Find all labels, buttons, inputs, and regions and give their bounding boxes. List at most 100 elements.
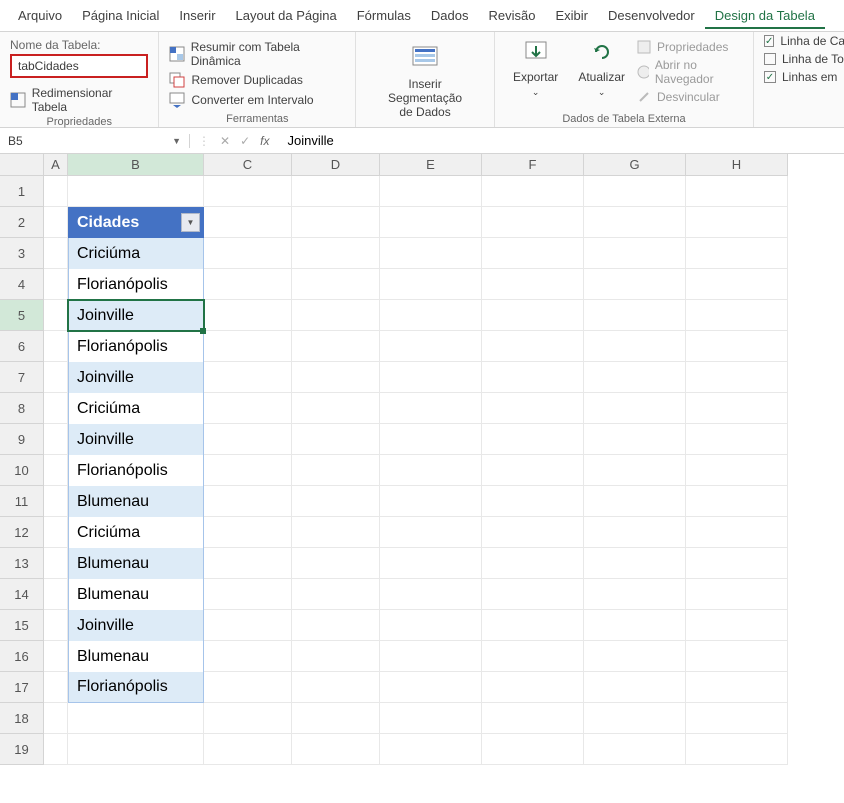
cells-area[interactable]: Cidades▼CriciúmaFlorianópolisJoinvilleFl… xyxy=(44,176,788,765)
refresh-label: Atualizar xyxy=(578,70,625,84)
row-header[interactable]: 6 xyxy=(0,331,44,362)
row-header[interactable]: 19 xyxy=(0,734,44,765)
row-header[interactable]: 4 xyxy=(0,269,44,300)
ext-browser-label: Abrir no Navegador xyxy=(655,58,743,86)
menu-bar: ArquivoPágina InicialInserirLayout da Pá… xyxy=(0,0,844,32)
table-data-cell[interactable]: Florianópolis xyxy=(68,331,204,362)
table-data-cell[interactable]: Criciúma xyxy=(68,393,204,424)
convert-label: Converter em Intervalo xyxy=(191,93,313,107)
table-data-cell[interactable]: Joinville xyxy=(68,424,204,455)
table-name-input[interactable]: tabCidades xyxy=(10,54,148,78)
menu-item[interactable]: Dados xyxy=(421,4,479,29)
spreadsheet-grid: ABCDEFGH 12345678910111213141516171819 C… xyxy=(0,154,844,765)
pivot-table-button[interactable]: Resumir com Tabela Dinâmica xyxy=(169,38,345,70)
menu-item[interactable]: Inserir xyxy=(169,4,225,29)
properties-icon xyxy=(637,40,651,54)
table-data-cell[interactable]: Florianópolis xyxy=(68,269,204,300)
table-data-cell[interactable]: Joinville xyxy=(68,362,204,393)
menu-item[interactable]: Fórmulas xyxy=(347,4,421,29)
formula-input[interactable] xyxy=(277,133,844,148)
dedupe-icon xyxy=(169,72,185,88)
table-data-cell[interactable]: Florianópolis xyxy=(68,672,204,703)
select-all-corner[interactable] xyxy=(0,154,44,176)
option-banded-label: Linhas em xyxy=(782,70,837,84)
chevron-down-icon[interactable]: ▼ xyxy=(172,136,181,146)
table-header-label: Cidades xyxy=(77,214,139,232)
slicer-label-1: Inserir Segmentação xyxy=(388,77,462,105)
ext-properties-button: Propriedades xyxy=(637,38,743,56)
column-header[interactable]: E xyxy=(380,154,482,176)
unlink-icon xyxy=(637,90,651,104)
pivot-icon xyxy=(169,46,184,62)
row-header[interactable]: 9 xyxy=(0,424,44,455)
resize-icon xyxy=(10,92,26,108)
fx-icon[interactable]: fx xyxy=(260,134,269,148)
remove-duplicates-button[interactable]: Remover Duplicadas xyxy=(169,70,345,90)
table-data-cell[interactable]: Blumenau xyxy=(68,579,204,610)
export-icon xyxy=(522,38,550,66)
row-header[interactable]: 10 xyxy=(0,455,44,486)
row-header[interactable]: 18 xyxy=(0,703,44,734)
option-banded-rows[interactable]: ✓ Linhas em xyxy=(764,68,844,86)
cancel-icon[interactable]: ✕ xyxy=(220,134,230,148)
column-header[interactable]: A xyxy=(44,154,68,176)
insert-slicer-button[interactable]: Inserir Segmentaçãode Dados xyxy=(366,45,484,119)
table-data-cell[interactable]: Criciúma xyxy=(68,238,204,269)
menu-item[interactable]: Página Inicial xyxy=(72,4,169,29)
menu-item[interactable]: Revisão xyxy=(479,4,546,29)
table-header-cell[interactable]: Cidades ▼ xyxy=(68,207,204,238)
table-data-cell[interactable]: Florianópolis xyxy=(68,455,204,486)
table-data-cell[interactable]: Blumenau xyxy=(68,641,204,672)
row-header[interactable]: 7 xyxy=(0,362,44,393)
row-header[interactable]: 14 xyxy=(0,579,44,610)
ext-browser-button: Abrir no Navegador xyxy=(637,56,743,88)
column-headers: ABCDEFGH xyxy=(44,154,788,176)
column-header[interactable]: D xyxy=(292,154,380,176)
row-header[interactable]: 8 xyxy=(0,393,44,424)
checkbox-checked-icon: ✓ xyxy=(764,71,776,83)
refresh-button[interactable]: Atualizar⌄ xyxy=(570,38,633,106)
table-data-cell[interactable]: Joinville xyxy=(68,300,204,331)
row-header[interactable]: 16 xyxy=(0,641,44,672)
column-header[interactable]: H xyxy=(686,154,788,176)
formula-bar: B5 ▼ ⋮ ✕ ✓ fx xyxy=(0,128,844,154)
table-data-cell[interactable]: Blumenau xyxy=(68,548,204,579)
row-header[interactable]: 12 xyxy=(0,517,44,548)
data-table: Cidades▼CriciúmaFlorianópolisJoinvilleFl… xyxy=(68,207,204,703)
dedupe-label: Remover Duplicadas xyxy=(191,73,302,87)
row-header[interactable]: 15 xyxy=(0,610,44,641)
menu-item[interactable]: Layout da Página xyxy=(226,4,347,29)
menu-item[interactable]: Desenvolvedor xyxy=(598,4,705,29)
menu-item[interactable]: Design da Tabela xyxy=(705,4,825,29)
row-header[interactable]: 5 xyxy=(0,300,44,331)
ext-unlink-button: Desvincular xyxy=(637,88,743,106)
convert-range-button[interactable]: Converter em Intervalo xyxy=(169,90,345,110)
row-header[interactable]: 11 xyxy=(0,486,44,517)
filter-dropdown-button[interactable]: ▼ xyxy=(181,213,200,232)
option-total-row[interactable]: Linha de To xyxy=(764,50,844,68)
export-label: Exportar xyxy=(513,70,558,84)
accept-icon[interactable]: ✓ xyxy=(240,134,250,148)
row-header[interactable]: 1 xyxy=(0,176,44,207)
row-header[interactable]: 13 xyxy=(0,548,44,579)
option-header-row[interactable]: ✓Linha de Ca xyxy=(764,32,844,50)
column-header[interactable]: F xyxy=(482,154,584,176)
export-button[interactable]: Exportar⌄ xyxy=(505,38,566,106)
column-header[interactable]: B xyxy=(68,154,204,176)
row-header[interactable]: 2 xyxy=(0,207,44,238)
row-headers: 12345678910111213141516171819 xyxy=(0,176,44,765)
menu-item[interactable]: Arquivo xyxy=(8,4,72,29)
menu-item[interactable]: Exibir xyxy=(545,4,598,29)
table-data-cell[interactable]: Joinville xyxy=(68,610,204,641)
table-data-cell[interactable]: Blumenau xyxy=(68,486,204,517)
row-header[interactable]: 3 xyxy=(0,238,44,269)
name-box[interactable]: B5 ▼ xyxy=(0,134,190,148)
pivot-label: Resumir com Tabela Dinâmica xyxy=(191,40,345,68)
row-header[interactable]: 17 xyxy=(0,672,44,703)
column-header[interactable]: C xyxy=(204,154,292,176)
group-label-properties: Propriedades xyxy=(10,116,148,128)
table-data-cell[interactable]: Criciúma xyxy=(68,517,204,548)
convert-icon xyxy=(169,92,185,108)
column-header[interactable]: G xyxy=(584,154,686,176)
resize-table-button[interactable]: Redimensionar Tabela xyxy=(10,86,148,114)
